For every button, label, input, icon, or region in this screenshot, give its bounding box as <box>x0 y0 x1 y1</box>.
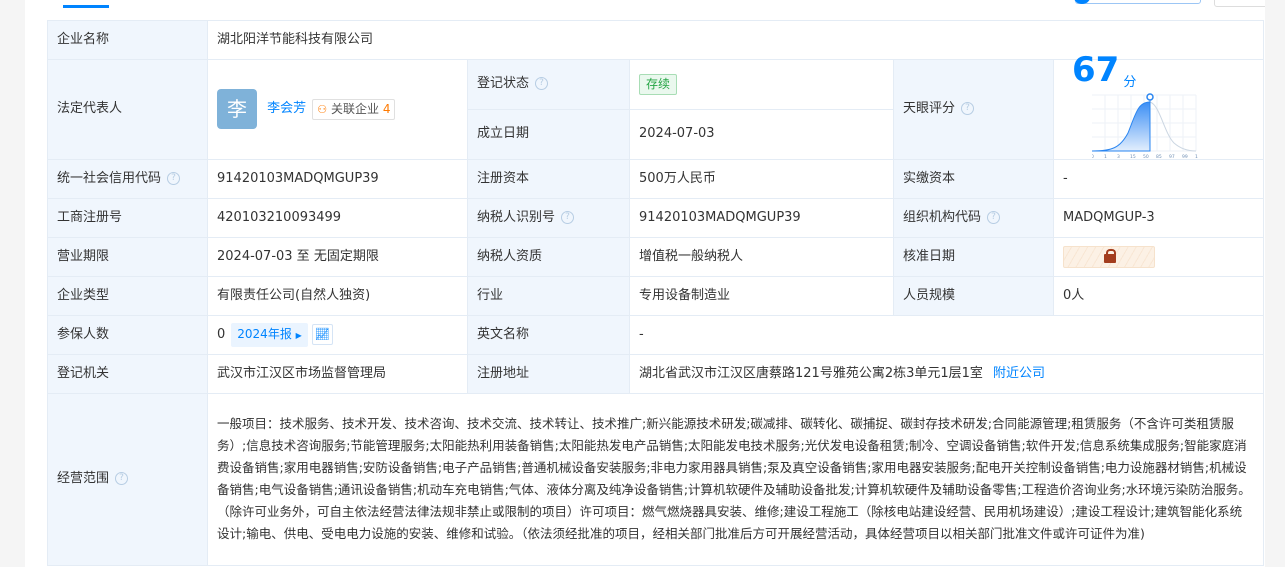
insured-label: 参保人数 <box>47 314 208 355</box>
reg-status-label: 登记状态? <box>467 59 630 110</box>
paid-capital: - <box>1052 158 1265 199</box>
axis-tick-label: 50 <box>1143 154 1149 159</box>
related-label: 关联企业 <box>331 101 380 116</box>
axis-tick-label: 97 <box>1169 154 1175 159</box>
legal-rep-link[interactable]: 李会芳 <box>267 101 306 116</box>
approve-date-cell <box>1052 236 1265 277</box>
help-icon[interactable]: ? <box>115 472 129 485</box>
org-code-label-text: 组织机构代码 <box>903 209 982 225</box>
found-date: 2024-07-03 <box>629 108 894 160</box>
company-type: 有限责任公司(自然人独资) <box>207 275 468 316</box>
toggle-icon <box>1074 0 1090 4</box>
credit-code: 91420103MADQMGUP39 <box>207 158 468 199</box>
approve-date-label: 核准日期 <box>893 236 1054 277</box>
staff-size-label: 人员规模 <box>893 275 1054 316</box>
active-tab-indicator <box>63 5 109 8</box>
staff-size: 0人 <box>1052 275 1265 316</box>
score-value: 67 <box>1072 50 1120 90</box>
biz-reg-no: 420103210093499 <box>207 197 468 238</box>
scrollbar[interactable] <box>1265 0 1285 567</box>
help-icon[interactable]: ? <box>167 171 181 185</box>
lock-icon <box>1104 248 1116 263</box>
nearby-companies-link[interactable]: 附近公司 <box>993 366 1045 381</box>
taxpayer-qual-label: 纳税人资质 <box>467 236 630 277</box>
axis-tick-label: 1 <box>1104 154 1107 159</box>
taxpayer-id-label: 纳税人识别号? <box>467 197 630 238</box>
org-code: MADQMGUP-3 <box>1052 197 1265 238</box>
credit-code-label-text: 统一社会信用代码 <box>57 170 162 186</box>
insured-count: 0 <box>217 326 226 342</box>
tianyan-score-label-text: 天眼评分 <box>903 101 956 117</box>
score-unit: 分 <box>1123 74 1137 90</box>
industry: 专用设备制造业 <box>629 275 894 316</box>
industry-label: 行业 <box>467 275 630 316</box>
help-icon[interactable]: ? <box>561 210 575 224</box>
help-icon[interactable]: ? <box>961 102 975 116</box>
reg-status-cell: 存续 <box>629 59 894 110</box>
axis-tick-label: 0 <box>1092 154 1094 159</box>
business-scope: 一般项目：技术服务、技术开发、技术咨询、技术交流、技术转让、技术推广;新兴能源技… <box>206 392 1265 566</box>
axis-tick-label: 85 <box>1156 154 1162 159</box>
annual-report-label: 2024年报 <box>237 326 292 341</box>
tianyan-score-label: 天眼评分? <box>893 59 1054 160</box>
taxpayer-id-label-text: 纳税人识别号 <box>477 209 556 225</box>
related-count: 4 <box>382 101 391 116</box>
company-name-label: 企业名称 <box>47 20 208 60</box>
company-type-label: 企业类型 <box>47 275 208 316</box>
avatar[interactable]: 李 <box>217 89 257 130</box>
score-marker <box>1146 92 1154 101</box>
reg-capital-label: 注册资本 <box>467 158 630 199</box>
reg-capital: 500万人民币 <box>629 158 894 199</box>
annual-report-button[interactable]: 2024年报 ▶ <box>231 322 308 347</box>
caret-right-icon: ▶ <box>295 330 302 340</box>
score-distribution-chart: 0 1 3 15 50 85 97 99 100 <box>1091 92 1204 160</box>
help-icon[interactable]: ? <box>987 210 1001 224</box>
status-badge: 存续 <box>639 73 678 95</box>
help-icon[interactable]: ? <box>535 77 549 91</box>
network-icon: ⚇ <box>317 102 328 116</box>
axis-tick-label: 99 <box>1182 154 1188 159</box>
tianyan-score-cell[interactable]: 67分 0 1 3 15 50 85 97 99 100 <box>1052 53 1265 160</box>
reg-authority-label: 登记机关 <box>47 353 208 394</box>
related-companies-button[interactable]: ⚇ 关联企业 4 <box>312 98 396 120</box>
taxpayer-id: 91420103MADQMGUP39 <box>629 197 894 238</box>
company-info-table: 企业名称 湖北阳洋节能科技有限公司 法定代表人 李 李会芳 ⚇ 关联企业 4 登… <box>47 20 1265 566</box>
biz-term-label: 营业期限 <box>47 236 208 277</box>
axis-tick-label: 100 <box>1195 154 1198 159</box>
english-name: - <box>628 314 1265 355</box>
insured-cell: 0 2024年报 ▶ 📈︎ <box>207 314 468 355</box>
top-action-button[interactable] <box>1074 0 1201 4</box>
reg-address-label: 注册地址 <box>467 353 630 394</box>
biz-term: 2024-07-03 至 无固定期限 <box>207 236 468 277</box>
scope-label-text: 经营范围 <box>57 471 110 486</box>
english-name-label: 英文名称 <box>467 314 630 355</box>
org-code-label: 组织机构代码? <box>893 197 1054 238</box>
reg-address: 湖北省武汉市江汉区唐蔡路121号雅苑公寓2栋3单元1层1室 <box>639 365 983 381</box>
taxpayer-qual: 增值税一般纳税人 <box>629 236 894 277</box>
legal-rep-cell: 李 李会芳 ⚇ 关联企业 4 <box>207 59 468 160</box>
paid-capital-label: 实缴资本 <box>893 158 1054 199</box>
scope-label: 经营范围? <box>47 392 208 566</box>
found-date-label: 成立日期 <box>467 108 630 160</box>
reg-authority: 武汉市江汉区市场监督管理局 <box>207 353 468 394</box>
axis-tick-label: 15 <box>1130 154 1136 159</box>
axis-tick-label: 3 <box>1117 154 1120 159</box>
trend-chart-icon[interactable]: 📈︎ <box>311 323 333 345</box>
locked-value-button[interactable] <box>1063 245 1155 268</box>
biz-reg-no-label: 工商注册号 <box>47 197 208 238</box>
reg-status-label-text: 登记状态 <box>477 76 530 92</box>
legal-rep-label: 法定代表人 <box>47 59 208 160</box>
credit-code-label: 统一社会信用代码? <box>47 158 208 199</box>
reg-address-cell: 湖北省武汉市江汉区唐蔡路121号雅苑公寓2栋3单元1层1室 附近公司 <box>628 353 1265 394</box>
